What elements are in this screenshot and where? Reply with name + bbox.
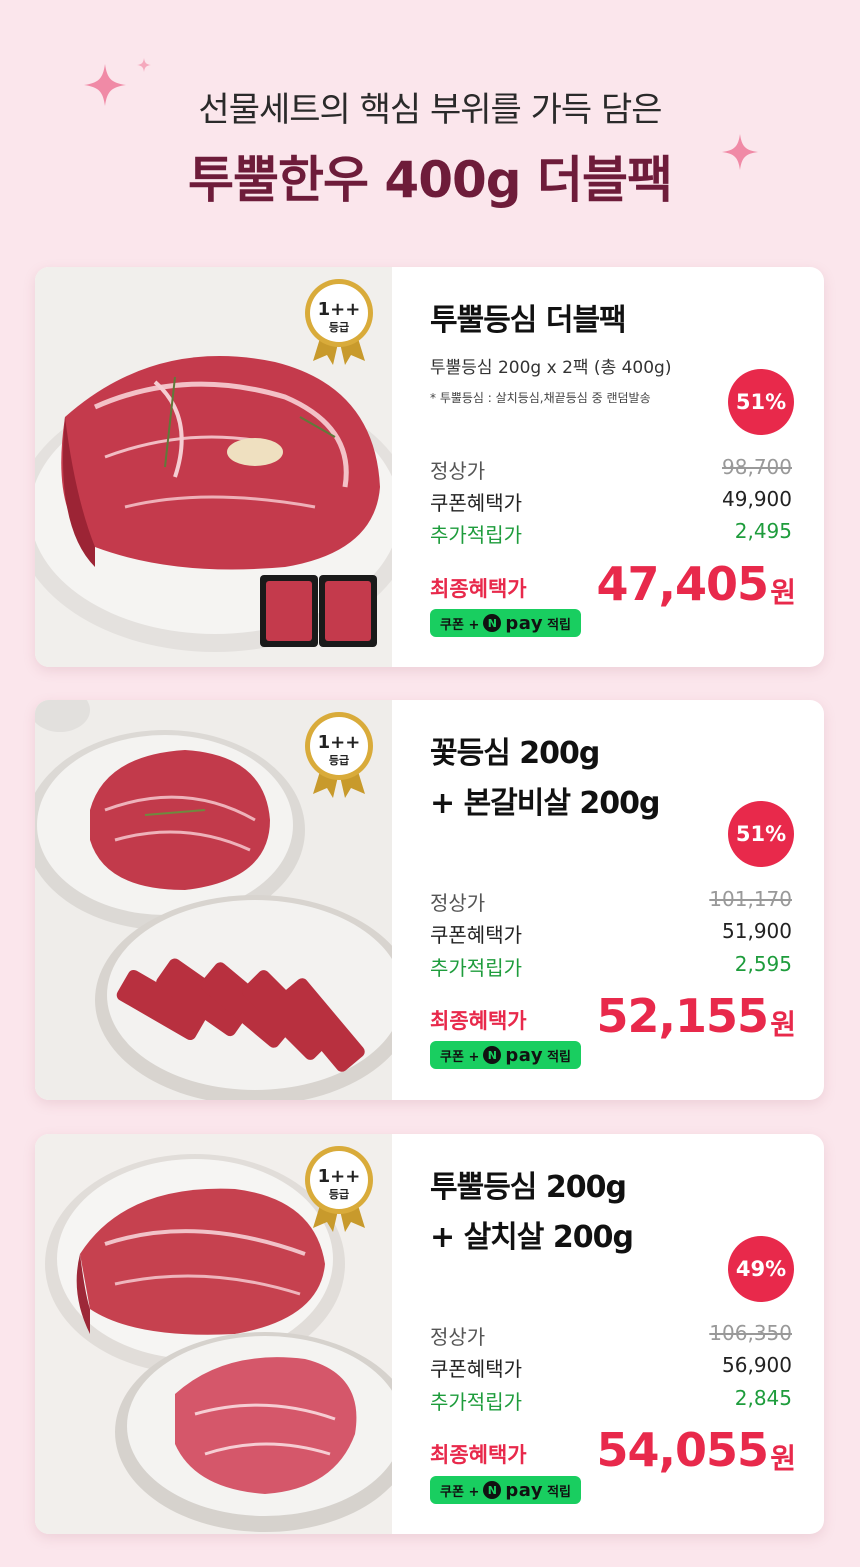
point-label: 추가적립가: [430, 1390, 522, 1414]
naver-n-icon: N: [483, 1046, 502, 1064]
coupon-price-row: 쿠폰혜택가 51,900: [430, 919, 792, 949]
product-info: 투뿔등심 더블팩 투뿔등심 200g x 2팩 (총 400g) * 투뿔등심 …: [392, 267, 824, 667]
naver-n-icon: N: [483, 1481, 502, 1499]
npay-badge: 쿠폰 + N pay 적립: [430, 1476, 581, 1504]
regular-price-row: 정상가 106,350: [430, 1321, 792, 1351]
grade-sub-text: 등급: [329, 1188, 349, 1201]
header-subtitle: 선물세트의 핵심 부위를 가득 담은: [198, 90, 662, 130]
discount-badge: 51%: [728, 369, 794, 435]
point-value: 2,595: [734, 952, 792, 976]
final-price: 54,055: [596, 1423, 769, 1477]
regular-price-label: 정상가: [430, 891, 486, 915]
grade-text: 1++: [318, 732, 361, 753]
regular-price: 106,350: [709, 1321, 792, 1345]
grade-badge-icon: 1++ 등급: [305, 1146, 373, 1232]
naver-n-icon: N: [483, 614, 502, 632]
product-info: 투뿔등심 200g + 살치살 200g 49% 정상가 106,350 쿠폰혜…: [392, 1134, 824, 1534]
point-row: 추가적립가 2,595: [430, 952, 792, 982]
npay-prefix: 쿠폰 +: [440, 617, 480, 633]
coupon-price-row: 쿠폰혜택가 49,900: [430, 487, 792, 517]
grade-text: 1++: [318, 299, 361, 320]
regular-price: 101,170: [709, 887, 792, 911]
coupon-price-row: 쿠폰혜택가 56,900: [430, 1353, 792, 1383]
final-price-row: 최종혜택가 52,155 원: [430, 989, 796, 1049]
product-note: * 투뿔등심 : 살치등심,채끝등심 중 랜덤발송: [430, 391, 651, 405]
product-card[interactable]: 1++ 등급 투뿔등심 더블팩 투뿔등심 200g x 2팩 (총 400g) …: [35, 267, 824, 667]
final-price-row: 최종혜택가 54,055 원: [430, 1423, 796, 1483]
grade-text: 1++: [318, 1166, 361, 1187]
final-price: 52,155: [596, 989, 769, 1043]
point-label: 추가적립가: [430, 523, 522, 547]
point-value: 2,495: [734, 519, 792, 543]
npay-text: pay: [505, 612, 544, 634]
grade-badge-icon: 1++ 등급: [305, 712, 373, 798]
product-info: 꽃등심 200g + 본갈비살 200g 51% 정상가 101,170 쿠폰혜…: [392, 700, 824, 1100]
product-card[interactable]: 1++ 등급 꽃등심 200g + 본갈비살 200g 51% 정상가 101,…: [35, 700, 824, 1100]
coupon-price: 51,900: [722, 919, 792, 943]
point-row: 추가적립가 2,495: [430, 519, 792, 549]
coupon-price-label: 쿠폰혜택가: [430, 491, 522, 515]
coupon-price: 49,900: [722, 487, 792, 511]
product-card[interactable]: 1++ 등급 투뿔등심 200g + 살치살 200g 49% 정상가 106,…: [35, 1134, 824, 1534]
point-row: 추가적립가 2,845: [430, 1386, 792, 1416]
npay-badge: 쿠폰 + N pay 적립: [430, 1041, 581, 1069]
regular-price-row: 정상가 101,170: [430, 887, 792, 917]
product-photo: 1++ 등급: [35, 1134, 392, 1534]
product-name: 투뿔등심 더블팩: [430, 303, 627, 338]
regular-price-label: 정상가: [430, 1325, 486, 1349]
final-price-row: 최종혜택가 47,405 원: [430, 557, 796, 617]
coupon-price-label: 쿠폰혜택가: [430, 1357, 522, 1381]
grade-badge-icon: 1++ 등급: [305, 279, 373, 365]
final-price-label: 최종혜택가: [430, 1443, 527, 1467]
regular-price-label: 정상가: [430, 459, 486, 483]
discount-badge: 49%: [728, 1236, 794, 1302]
point-label: 추가적립가: [430, 956, 522, 980]
product-photo: 1++ 등급: [35, 700, 392, 1100]
product-name-line2: + 살치살 200g: [430, 1220, 634, 1255]
coupon-price-label: 쿠폰혜택가: [430, 923, 522, 947]
npay-prefix: 쿠폰 +: [440, 1484, 480, 1500]
npay-badge: 쿠폰 + N pay 적립: [430, 609, 581, 637]
regular-price-row: 정상가 98,700: [430, 455, 792, 485]
final-price-unit: 원: [770, 1008, 796, 1041]
grade-sub-text: 등급: [329, 321, 349, 334]
final-price-label: 최종혜택가: [430, 577, 527, 601]
final-price-unit: 원: [770, 576, 796, 609]
sparkle-icon: [137, 58, 151, 72]
coupon-price: 56,900: [722, 1353, 792, 1377]
product-description: 투뿔등심 200g x 2팩 (총 400g): [430, 358, 672, 378]
npay-text: pay: [505, 1479, 544, 1501]
discount-badge: 51%: [728, 801, 794, 867]
final-price-unit: 원: [770, 1442, 796, 1475]
product-name-line1: 투뿔등심 200g: [430, 1170, 627, 1205]
npay-prefix: 쿠폰 +: [440, 1049, 480, 1065]
npay-suffix: 적립: [547, 1484, 571, 1500]
product-name-line1: 꽃등심 200g: [430, 736, 600, 771]
npay-suffix: 적립: [547, 1049, 571, 1065]
product-photo: 1++ 등급: [35, 267, 392, 667]
product-name-line2: + 본갈비살 200g: [430, 786, 661, 821]
npay-text: pay: [505, 1044, 544, 1066]
header: 선물세트의 핵심 부위를 가득 담은 투뿔한우 400g 더블팩: [0, 0, 860, 260]
npay-suffix: 적립: [547, 617, 571, 633]
final-price: 47,405: [596, 557, 769, 611]
final-price-label: 최종혜택가: [430, 1009, 527, 1033]
grade-sub-text: 등급: [329, 754, 349, 767]
regular-price: 98,700: [722, 455, 792, 479]
header-title: 투뿔한우 400g 더블팩: [188, 151, 673, 209]
point-value: 2,845: [734, 1386, 792, 1410]
